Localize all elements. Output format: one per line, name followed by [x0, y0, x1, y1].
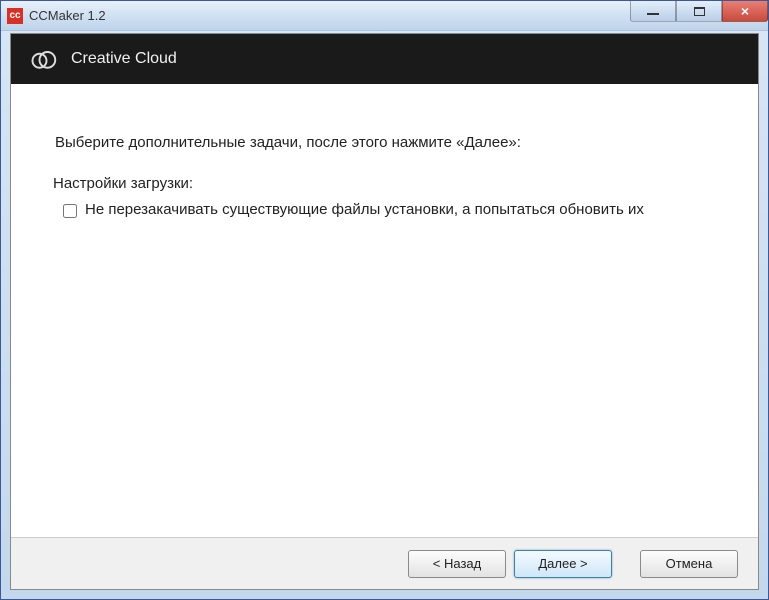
checkbox-label: Не перезакачивать существующие файлы уст… [85, 200, 644, 220]
installer-window: cc CCMaker 1.2 × Creative Cloud Выберите… [0, 0, 769, 600]
content-area: Выберите дополнительные задачи, после эт… [11, 84, 758, 537]
main-instruction: Выберите дополнительные задачи, после эт… [55, 134, 714, 151]
button-bar: < Назад Далее > Отмена [11, 537, 758, 589]
titlebar[interactable]: cc CCMaker 1.2 × [1, 1, 768, 31]
maximize-button[interactable] [676, 1, 722, 22]
cancel-button[interactable]: Отмена [640, 550, 738, 578]
client-area: Creative Cloud Выберите дополнительные з… [10, 33, 759, 590]
header-title: Creative Cloud [71, 50, 177, 68]
app-icon: cc [7, 8, 23, 24]
next-button[interactable]: Далее > [514, 550, 612, 578]
checkbox-row-dont-redownload[interactable]: Не перезакачивать существующие файлы уст… [63, 200, 714, 220]
creative-cloud-icon [29, 45, 57, 73]
close-button[interactable]: × [722, 1, 768, 22]
minimize-button[interactable] [630, 1, 676, 22]
back-button[interactable]: < Назад [408, 550, 506, 578]
window-controls: × [630, 1, 768, 22]
window-title: CCMaker 1.2 [29, 8, 106, 23]
checkbox-dont-redownload[interactable] [63, 204, 77, 218]
section-heading: Настройки загрузки: [53, 175, 714, 192]
header-band: Creative Cloud [11, 34, 758, 84]
